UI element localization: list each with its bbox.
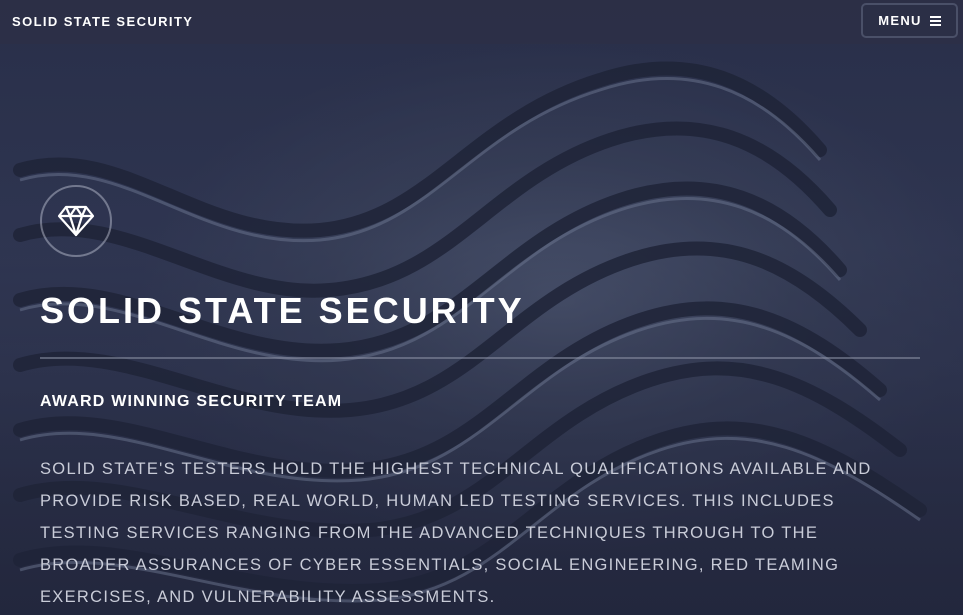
hero-subtitle: AWARD WINNING SECURITY TEAM <box>40 393 343 410</box>
hero-content: SOLID STATE SECURITY AWARD WINNING SECUR… <box>40 185 920 613</box>
page: SOLID STATE SECURITY MENU SOLID STATE SE… <box>0 0 963 615</box>
menu-label: MENU <box>878 13 922 28</box>
top-navbar: SOLID STATE SECURITY MENU <box>0 0 963 44</box>
diamond-icon <box>57 205 95 237</box>
hamburger-icon <box>929 14 941 28</box>
brand-link[interactable]: SOLID STATE SECURITY <box>12 14 193 29</box>
diamond-icon-badge <box>40 185 112 257</box>
title-divider <box>40 357 920 359</box>
menu-button[interactable]: MENU <box>861 3 958 38</box>
hero-description: SOLID STATE'S TESTERS HOLD THE HIGHEST T… <box>40 460 872 606</box>
page-title: SOLID STATE SECURITY <box>40 290 525 331</box>
